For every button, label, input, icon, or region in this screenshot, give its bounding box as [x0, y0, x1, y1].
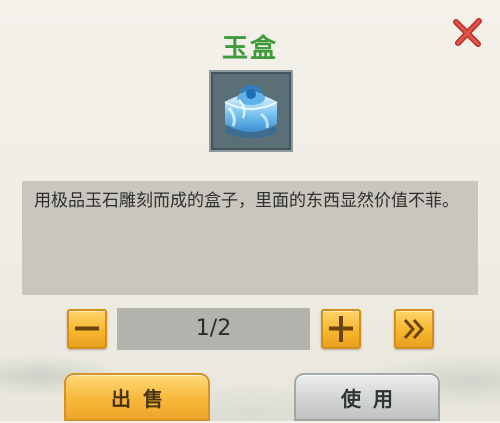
increase-quantity-button[interactable]: [321, 309, 361, 349]
plus-icon: [329, 316, 353, 342]
max-quantity-button[interactable]: [394, 309, 434, 349]
decrease-quantity-button[interactable]: [67, 309, 107, 349]
item-description: 用极品玉石雕刻而成的盒子，里面的东西显然价值不菲。: [22, 181, 478, 295]
quantity-display: 1/2: [117, 308, 310, 350]
sell-button[interactable]: 出售: [64, 373, 210, 421]
sell-button-label: 出售: [111, 387, 175, 411]
item-detail-dialog: 玉盒 用极品玉石雕刻而成的盒子，里面的东西显然价值不菲。 1/2 出售 使用: [0, 0, 500, 421]
use-button[interactable]: 使用: [294, 373, 440, 421]
double-chevron-right-icon: [403, 319, 425, 339]
close-icon[interactable]: [450, 14, 486, 50]
use-button-label: 使用: [341, 387, 405, 411]
jade-box-icon: [224, 85, 278, 138]
item-title: 玉盒: [221, 34, 278, 64]
minus-icon: [75, 326, 99, 331]
item-icon-slot: [209, 70, 293, 152]
